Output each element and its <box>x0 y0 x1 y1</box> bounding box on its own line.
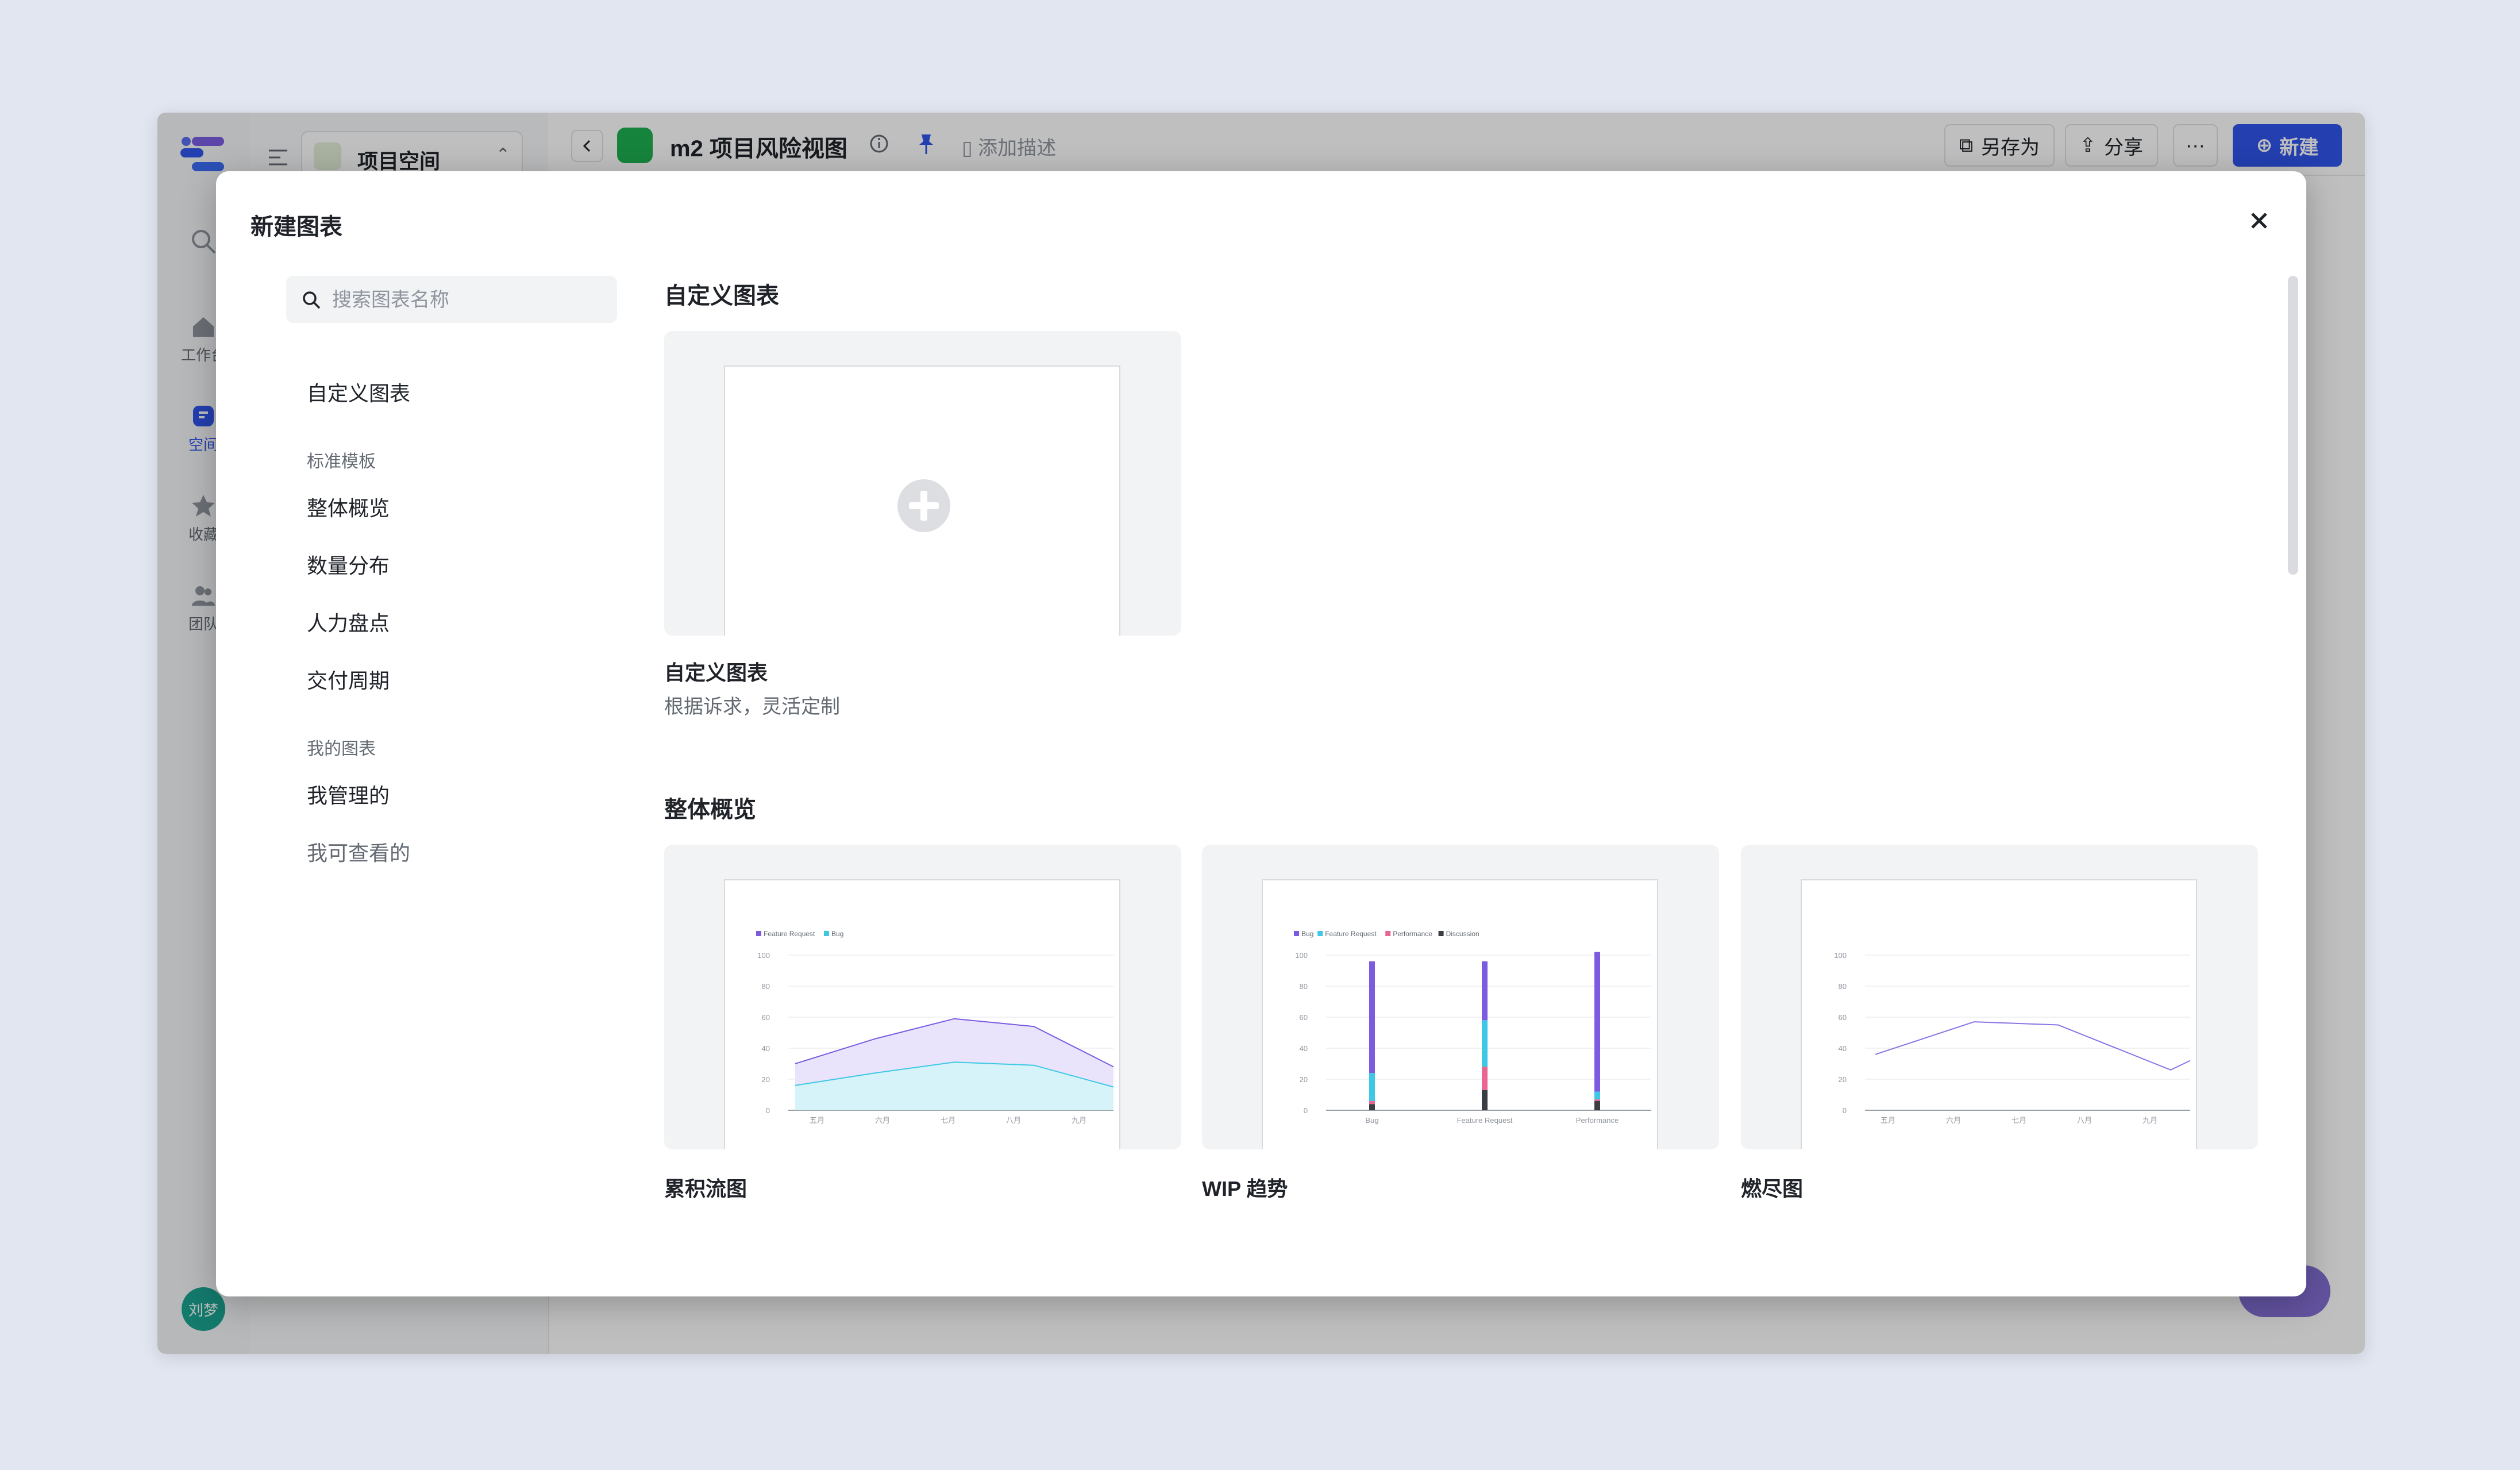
card-name-burndown: 燃尽图 <box>1741 1177 1804 1200</box>
legend-label: Feature Request <box>764 930 815 938</box>
bar-segment <box>1369 1073 1375 1101</box>
legend-swatch <box>1294 931 1299 936</box>
burndown-chart: 0 20 40 60 80 100 五月 六月 七月 八月 九月 <box>1834 951 2191 1125</box>
card-preview: 0 20 40 60 80 100 五月 六月 七月 八月 九月 Feature Request Bug <box>724 879 1120 1149</box>
nav-item-managed[interactable]: 我管理的 <box>307 779 390 809</box>
x-tick-label: 六月 <box>875 1116 890 1125</box>
nav-item-overview[interactable]: 整体概览 <box>307 492 390 522</box>
bar-segment <box>1482 1020 1488 1067</box>
y-tick-label: 60 <box>1839 1013 1847 1022</box>
x-tick-label: Performance <box>1576 1116 1619 1125</box>
wip-trend-chart: 0 20 40 60 80 100 Bug Feature Request Performanc… <box>1294 930 1651 1125</box>
x-tick-label: 七月 <box>941 1116 955 1125</box>
chart-card-cfd[interactable]: 0 20 40 60 80 100 五月 六月 七月 八月 九月 Feature Request Bug <box>664 845 1181 1149</box>
y-tick-label: 0 <box>1304 1106 1308 1115</box>
bar-segment <box>1482 961 1488 1021</box>
plus-circle-icon <box>897 479 950 532</box>
cumulative-flow-chart: 0 20 40 60 80 100 五月 六月 七月 八月 九月 Feature Request Bug <box>756 930 1114 1125</box>
card-preview: 0 20 40 60 80 100 Bug Feature Request Performanc… <box>1262 879 1658 1149</box>
x-tick-label: 八月 <box>1006 1116 1021 1125</box>
bar-segment <box>1594 1100 1600 1110</box>
y-tick-label: 100 <box>1834 951 1847 960</box>
y-tick-label: 60 <box>1300 1013 1308 1022</box>
x-tick-label: 六月 <box>1946 1116 1961 1125</box>
new-chart-dialog: 新建图表 自定义图表 标准模板 整体概览 数量分布 人力盘点 交付周期 我的图表… <box>216 171 2306 1296</box>
bar-segment <box>1369 1104 1375 1110</box>
x-tick-label: 八月 <box>2077 1116 2092 1125</box>
nav-group-standard: 标准模板 <box>307 452 376 471</box>
chart-gallery: 自定义图表 自定义图表 根据诉求，灵活定制 整体概览 0 20 40 60 80 100 五… <box>664 171 2273 1296</box>
legend-label: Performance <box>1393 930 1432 938</box>
legend-label: Feature Request <box>1325 930 1377 938</box>
x-tick-label: 五月 <box>810 1116 824 1125</box>
x-tick-label: Feature Request <box>1457 1116 1513 1125</box>
legend-swatch <box>756 931 761 936</box>
chart-card-wip[interactable]: 0 20 40 60 80 100 Bug Feature Request Performanc… <box>1202 845 1719 1149</box>
legend-swatch <box>1438 931 1444 936</box>
card-preview <box>724 365 1120 636</box>
legend-swatch <box>1317 931 1323 936</box>
x-tick-label: 九月 <box>2143 1116 2157 1125</box>
x-tick-label: 五月 <box>1881 1116 1895 1125</box>
y-tick-label: 100 <box>1295 951 1308 960</box>
nav-item-distribution[interactable]: 数量分布 <box>307 549 390 579</box>
chart-card-burndown[interactable]: 0 20 40 60 80 100 五月 六月 七月 八月 九月 <box>1741 845 2258 1149</box>
bar-segment <box>1594 1091 1600 1100</box>
section-title-overview: 整体概览 <box>664 797 756 822</box>
y-tick-label: 60 <box>762 1013 770 1022</box>
x-tick-label: Bug <box>1365 1116 1378 1125</box>
x-tick-label: 九月 <box>1072 1116 1086 1125</box>
y-tick-label: 80 <box>1839 982 1847 991</box>
card-name-wip: WIP 趋势 <box>1202 1177 1288 1200</box>
bar-segment <box>1594 952 1600 1092</box>
chart-search-input[interactable] <box>331 284 603 316</box>
section-title-custom: 自定义图表 <box>664 283 779 309</box>
y-tick-label: 40 <box>1839 1044 1847 1053</box>
card-preview: 0 20 40 60 80 100 五月 六月 七月 八月 九月 <box>1801 879 2197 1149</box>
x-tick-label: 七月 <box>2012 1116 2026 1125</box>
y-tick-label: 20 <box>762 1075 770 1084</box>
bar-segment <box>1369 961 1375 1073</box>
series-line <box>1875 1021 2191 1071</box>
dialog-title: 新建图表 <box>251 214 342 240</box>
nav-group-mine: 我的图表 <box>307 740 376 759</box>
card-name-custom: 自定义图表 <box>664 661 768 684</box>
card-desc-custom: 根据诉求，灵活定制 <box>664 696 840 718</box>
nav-item-manpower[interactable]: 人力盘点 <box>307 607 390 637</box>
custom-chart-card[interactable] <box>664 331 1181 636</box>
y-tick-label: 80 <box>1300 982 1308 991</box>
y-tick-label: 0 <box>1843 1106 1847 1115</box>
legend-label: Bug <box>831 930 843 938</box>
legend-label: Discussion <box>1446 930 1479 938</box>
scrollbar[interactable] <box>2288 276 2298 575</box>
nav-item-viewable[interactable]: 我可查看的 <box>307 837 410 867</box>
chart-search-box <box>286 276 617 323</box>
search-icon <box>303 291 321 309</box>
legend-swatch <box>824 931 829 936</box>
y-tick-label: 20 <box>1839 1075 1847 1084</box>
y-tick-label: 80 <box>762 982 770 991</box>
legend-label: Bug <box>1301 930 1313 938</box>
card-name-cfd: 累积流图 <box>664 1177 747 1200</box>
y-tick-label: 40 <box>762 1044 770 1053</box>
legend-swatch <box>1385 931 1391 936</box>
y-tick-label: 0 <box>766 1106 770 1115</box>
y-tick-label: 40 <box>1300 1044 1308 1053</box>
y-tick-label: 100 <box>757 951 770 960</box>
bar-segment <box>1594 1099 1600 1101</box>
nav-item-custom[interactable]: 自定义图表 <box>307 377 410 407</box>
bar-segment <box>1482 1090 1488 1110</box>
y-tick-label: 20 <box>1300 1075 1308 1084</box>
bar-segment <box>1369 1100 1375 1105</box>
bar-segment <box>1482 1067 1488 1090</box>
nav-item-delivery[interactable]: 交付周期 <box>307 664 390 694</box>
